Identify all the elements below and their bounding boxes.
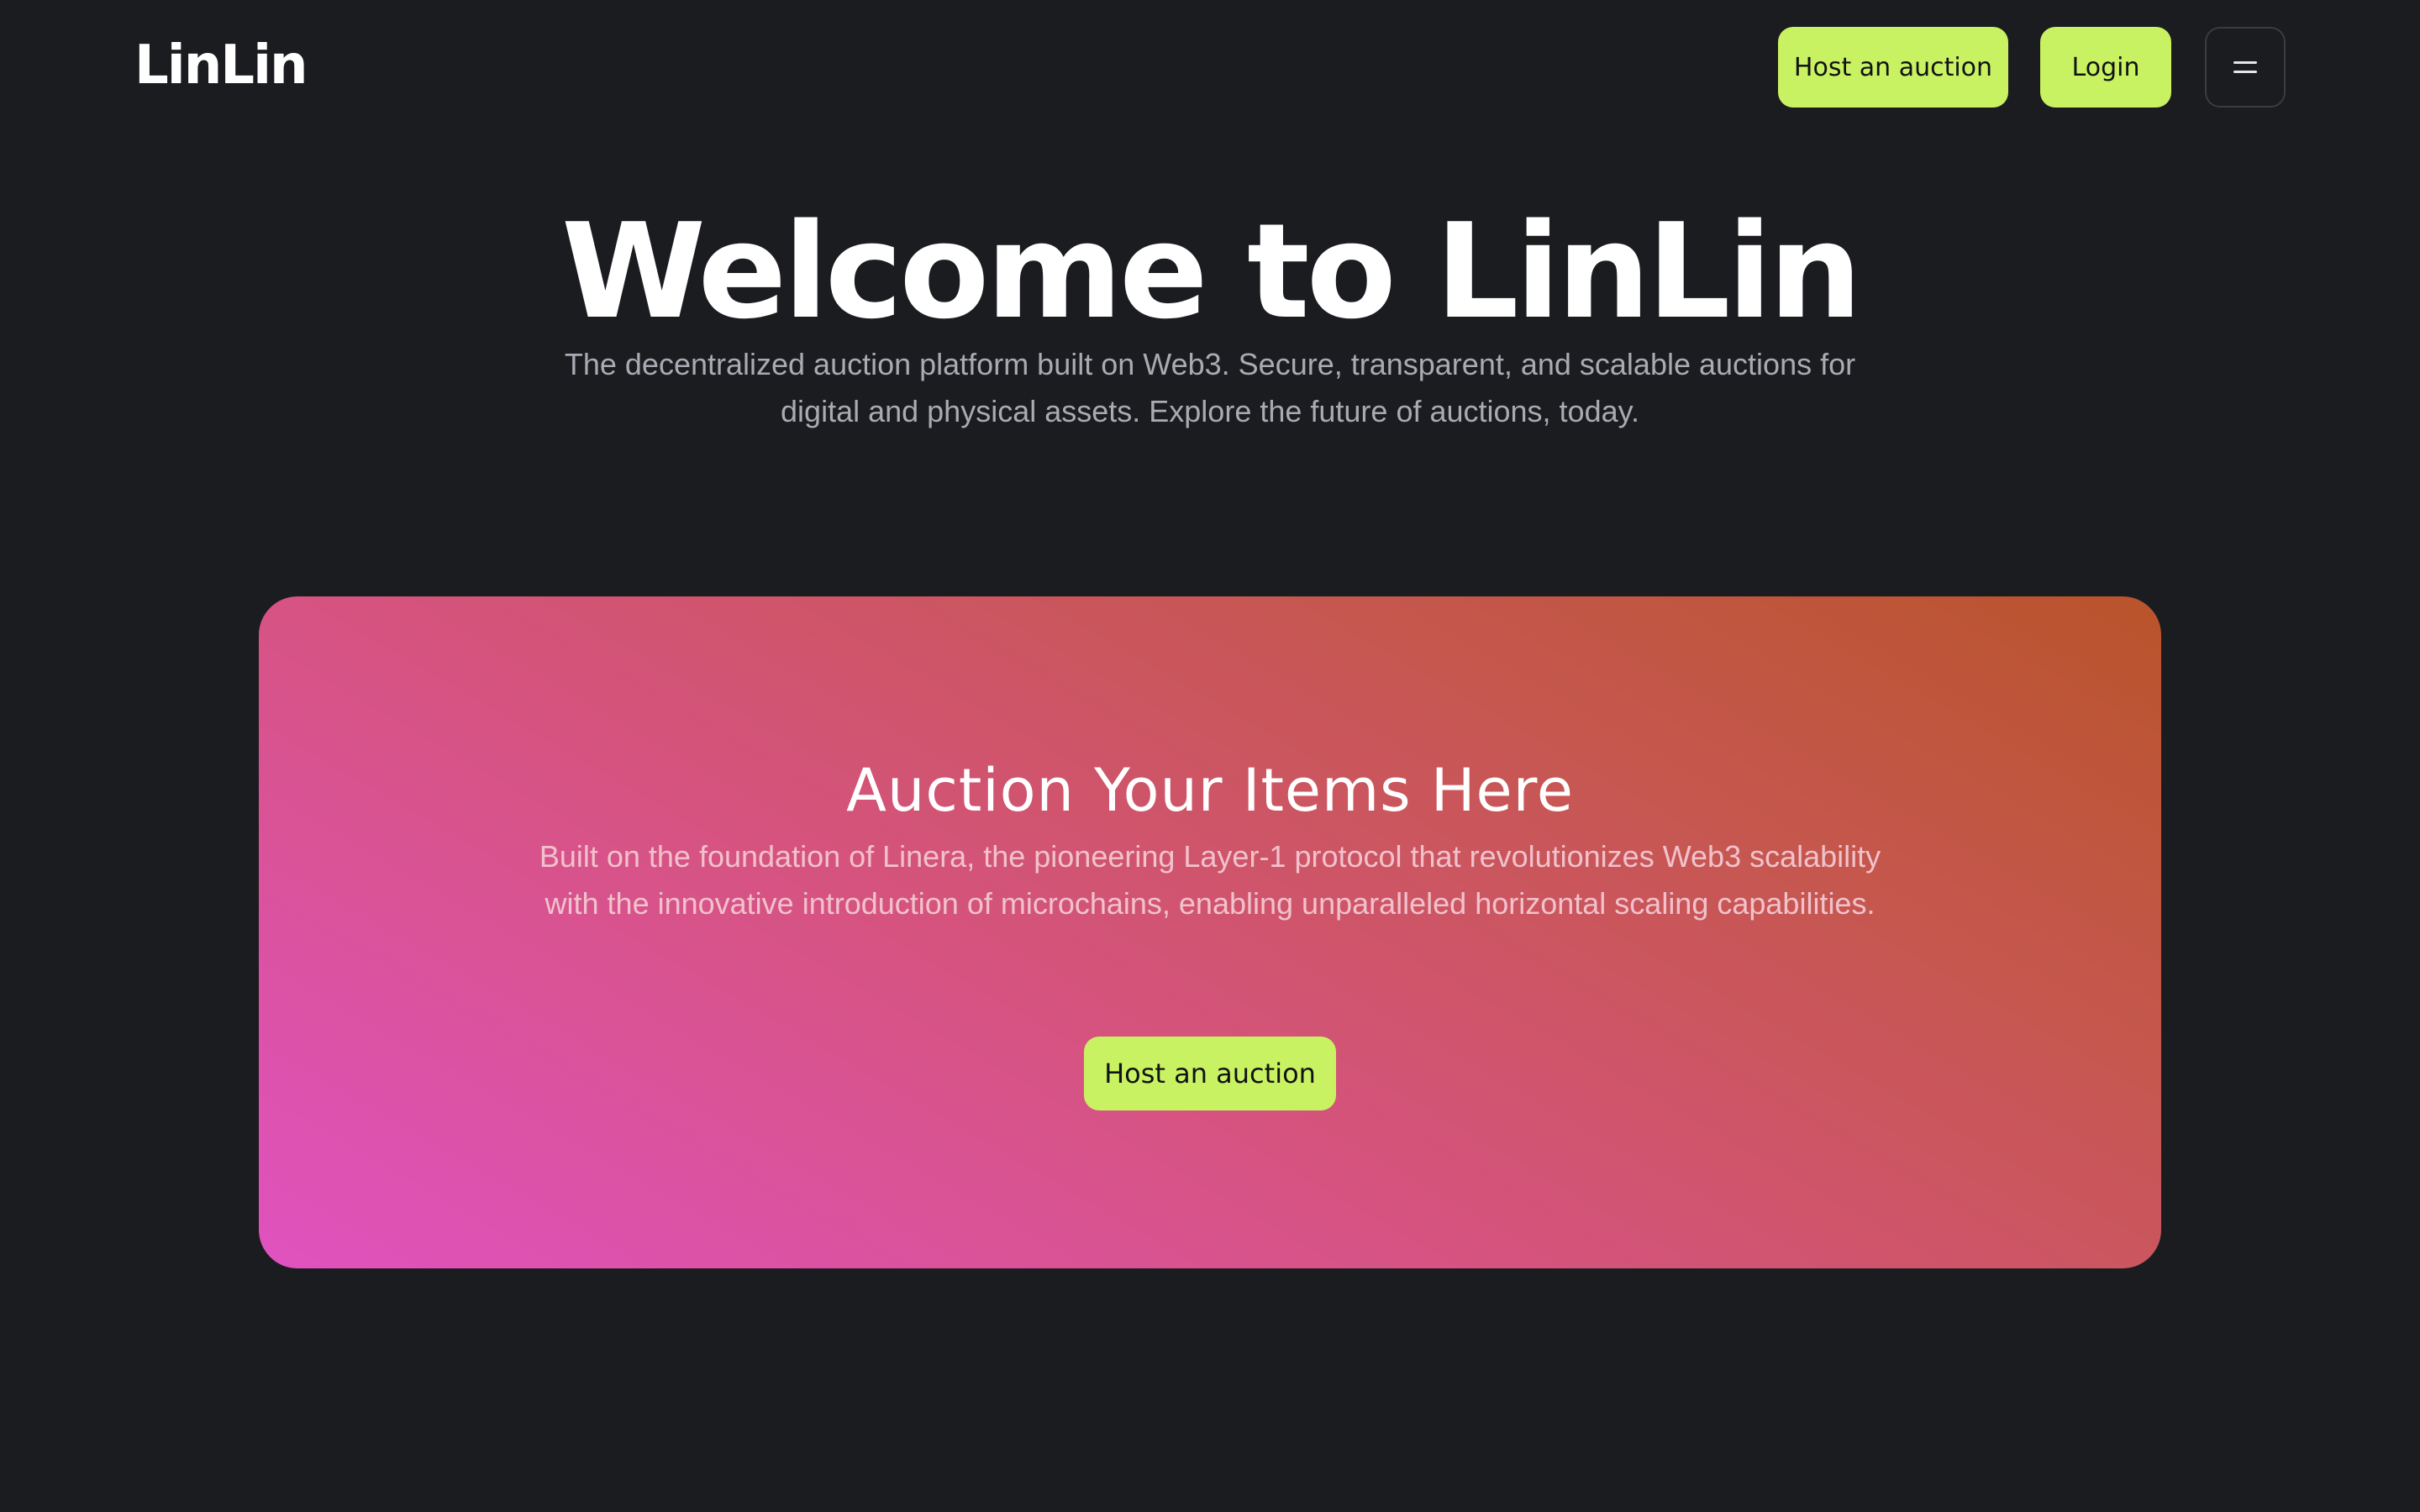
promo-description: Built on the foundation of Linera, the p… — [539, 839, 1881, 921]
hero-title: Welcome to LinLin — [560, 195, 1862, 348]
host-auction-button[interactable]: Host an auction — [1778, 27, 2008, 108]
promo-title: Auction Your Items Here — [846, 756, 1574, 825]
menu-button[interactable] — [2205, 27, 2286, 108]
hamburger-menu-icon — [2233, 60, 2257, 75]
promo-host-auction-button[interactable]: Host an auction — [1084, 1037, 1336, 1110]
logo[interactable]: LinLin — [134, 32, 308, 99]
login-button[interactable]: Login — [2040, 27, 2171, 108]
hero-subtitle: The decentralized auction platform built… — [564, 347, 1856, 428]
page: LinLin Host an auction Login Welcome to … — [0, 0, 2420, 1512]
promo-card: Auction Your Items Here Built on the fou… — [259, 596, 2161, 1268]
